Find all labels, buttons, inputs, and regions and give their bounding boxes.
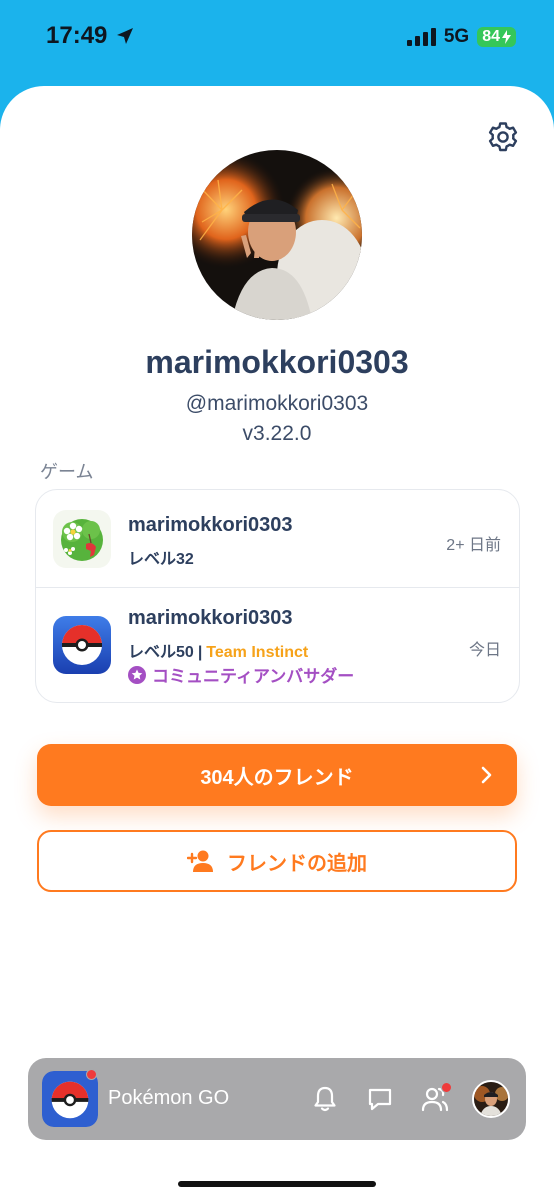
current-app-name: Pokémon GO	[108, 1087, 230, 1109]
game-username: marimokkori0303	[128, 607, 293, 629]
game-level-team: レベル50 | Team Instinct	[128, 638, 308, 662]
bottom-navigation-bar: Pokémon GO	[28, 1058, 526, 1140]
pikmin-bloom-icon	[53, 510, 111, 568]
current-app-button[interactable]	[42, 1069, 98, 1127]
last-active: 今日	[468, 642, 501, 659]
location-arrow-icon	[117, 28, 134, 44]
notification-dot	[86, 1069, 97, 1080]
friends-button[interactable]: 304人のフレンド	[37, 744, 517, 806]
game-row-pikmin-bloom[interactable]: marimokkori0303 レベル32 2+ 日前	[36, 490, 519, 588]
profile-avatar[interactable]	[192, 150, 362, 320]
battery-level: 84	[482, 28, 500, 45]
battery-indicator: 84	[477, 27, 516, 47]
level-team-separator: |	[197, 644, 203, 661]
avatar-photo	[474, 1082, 508, 1116]
charging-bolt-icon	[502, 30, 511, 44]
signal-icon	[406, 28, 436, 46]
profile-display-name: marimokkori0303	[145, 344, 409, 380]
profile-handle: @marimokkori0303	[185, 392, 369, 415]
star-badge-icon	[128, 665, 146, 684]
friends-button-label: 304人のフレンド	[200, 766, 354, 789]
add-friend-label: フレンドの追加	[227, 852, 367, 875]
pokemon-go-icon	[53, 616, 111, 674]
home-indicator	[178, 1181, 376, 1187]
last-active: 2+ 日前	[446, 537, 501, 554]
status-bar: 17:49 5G 84	[0, 0, 554, 80]
game-row-pokemon-go[interactable]: marimokkori0303 レベル50 | Team Instinct コミュニ…	[36, 588, 519, 704]
app-version: v3.22.0	[242, 422, 312, 445]
add-person-icon	[187, 850, 213, 872]
ambassador-badge: コミュニティアンバサダー	[128, 662, 354, 687]
ambassador-label: コミュニティアンバサダー	[152, 667, 355, 686]
gear-icon[interactable]	[486, 120, 520, 154]
games-list: marimokkori0303 レベル32 2+ 日前 marimokkori0…	[35, 489, 520, 703]
game-level: レベル50	[128, 644, 194, 661]
bell-icon[interactable]	[310, 1084, 340, 1114]
add-friend-button[interactable]: フレンドの追加	[37, 830, 517, 892]
game-username: marimokkori0303	[128, 514, 293, 536]
status-time-group: 17:49	[46, 22, 135, 50]
chevron-right-icon	[481, 766, 492, 784]
chat-icon[interactable]	[365, 1084, 395, 1114]
avatar-photo	[192, 150, 362, 320]
friends-notification-dot	[441, 1082, 452, 1093]
status-indicators: 5G 84	[406, 26, 516, 48]
team-name: Team Instinct	[206, 644, 309, 661]
network-type: 5G	[443, 26, 470, 47]
game-level: レベル32	[128, 551, 194, 568]
games-section-label: ゲーム	[40, 462, 94, 482]
profile-avatar-small[interactable]	[472, 1080, 510, 1118]
status-time: 17:49	[46, 22, 108, 49]
